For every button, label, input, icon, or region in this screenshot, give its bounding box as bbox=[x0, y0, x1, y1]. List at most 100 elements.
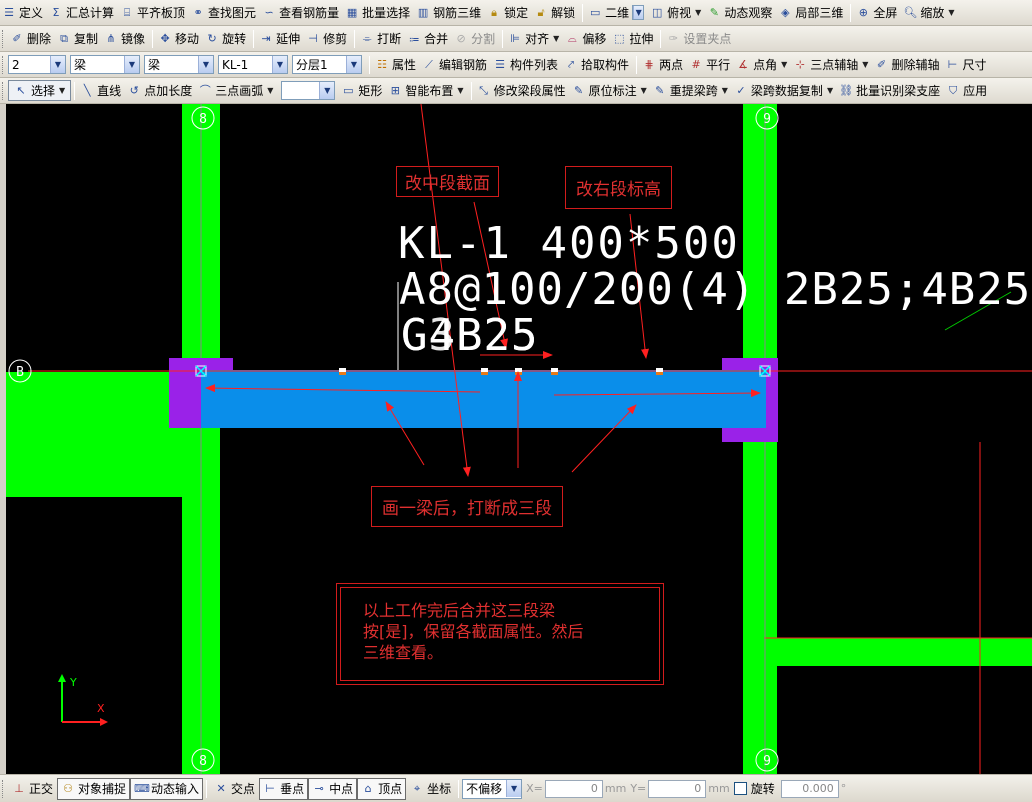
point-angle-button[interactable]: ∡ 点角 ▼ bbox=[734, 54, 791, 76]
define-button[interactable]: ☰ 定义 bbox=[0, 2, 47, 24]
set-grip-button: ✑ 设置夹点 bbox=[664, 28, 735, 50]
view-rebar-quantity-button[interactable]: ∽ 查看钢筋量 bbox=[260, 2, 343, 24]
properties-button[interactable]: ☷ 属性 bbox=[373, 54, 420, 76]
vertex-snap-toggle[interactable]: ⌂ 顶点 bbox=[357, 777, 407, 800]
dynamic-input-toggle[interactable]: ⌨ 动态输入 bbox=[130, 777, 204, 800]
rotate-checkbox[interactable] bbox=[733, 782, 747, 795]
copy-button[interactable]: ⧉ 复制 bbox=[55, 28, 102, 50]
chevron-down-icon: ▼ bbox=[59, 86, 66, 95]
offset-mode-select[interactable]: 不偏移 ▼ bbox=[462, 778, 523, 799]
in-situ-label-button[interactable]: ✎ 原位标注 ▼ bbox=[570, 80, 651, 102]
unlock-button[interactable]: 🔓︎ 解锁 bbox=[532, 2, 579, 24]
y-offset-input[interactable]: 0 bbox=[648, 779, 707, 798]
two-point-axis-button[interactable]: ⋕ 两点 bbox=[640, 54, 687, 76]
re-extract-span-button[interactable]: ✎ 重提梁跨 ▼ bbox=[651, 80, 732, 102]
component-subtype-select[interactable]: 梁 ▼ bbox=[144, 55, 214, 74]
component-list-button[interactable]: ☰ 构件列表 bbox=[491, 54, 562, 76]
apply-icon: ⛉ bbox=[948, 83, 958, 97]
sigma-icon: Σ bbox=[52, 5, 60, 19]
chevron-down-icon: ▼ bbox=[826, 86, 834, 95]
point-length-button[interactable]: ↺ 点加长度 bbox=[125, 80, 196, 102]
line-icon: ╲ bbox=[83, 83, 91, 97]
beam-label-line2: A8@100/200(4) 2B25;4B25 bbox=[399, 264, 1032, 315]
line-tool-button[interactable]: ╲ 直线 bbox=[78, 80, 125, 102]
coordinate-snap-toggle[interactable]: ⌖ 坐标 bbox=[406, 778, 455, 800]
local-3d-button[interactable]: ◈ 局部三维 bbox=[776, 2, 847, 24]
rebar-3d-button[interactable]: ▥ 钢筋三维 bbox=[414, 2, 485, 24]
smart-layout-button[interactable]: ⊞ 智能布置 ▼ bbox=[386, 80, 467, 102]
lock-button[interactable]: 🔒︎ 锁定 bbox=[485, 2, 532, 24]
delete-axis-icon: ✐ bbox=[876, 57, 887, 71]
2d-view-icon: ▭ bbox=[589, 5, 601, 19]
offset-button[interactable]: ⌓ 偏移 bbox=[563, 28, 610, 50]
y-label: Y= bbox=[630, 782, 647, 795]
batch-support-button[interactable]: ⛓ 批量识别梁支座 bbox=[837, 80, 944, 102]
ortho-toggle[interactable]: ⊥ 正交 bbox=[8, 778, 57, 800]
chevron-down-icon: ▼ bbox=[695, 8, 702, 17]
left-wall bbox=[6, 372, 184, 497]
edit-segment-props-button[interactable]: ⤡ 修改梁段属性 bbox=[475, 80, 570, 102]
align-slab-top-button[interactable]: ⌸ 平齐板顶 bbox=[118, 2, 189, 24]
trim-button[interactable]: ⊣ 修剪 bbox=[304, 28, 351, 50]
toolbar-grip[interactable] bbox=[2, 779, 5, 798]
component-type-select[interactable]: 梁 ▼ bbox=[70, 55, 140, 74]
rotate-button[interactable]: ↻ 旋转 bbox=[203, 28, 250, 50]
delete-axis-button[interactable]: ✐ 删除辅轴 bbox=[872, 54, 943, 76]
mirror-button[interactable]: ⋔ 镜像 bbox=[102, 28, 149, 50]
stretch-button[interactable]: ⬚ 拉伸 bbox=[610, 28, 657, 50]
select-tool-button[interactable]: ↖ 选择 ▼ bbox=[8, 80, 72, 101]
apply-button[interactable]: ⛉ 应用 bbox=[944, 80, 991, 102]
arc-icon: ⌒ bbox=[199, 83, 211, 97]
component-list-icon: ☰ bbox=[495, 57, 505, 71]
point-angle-icon: ∡ bbox=[738, 57, 749, 71]
rotate-angle-input[interactable]: 0.000 bbox=[780, 779, 839, 798]
parallel-axis-button[interactable]: # 平行 bbox=[687, 54, 734, 76]
chevron-down-icon: ▼ bbox=[553, 34, 560, 43]
merge-icon: ⩴ bbox=[409, 31, 419, 45]
extend-button[interactable]: ⇥ 延伸 bbox=[257, 28, 304, 50]
zoom-button[interactable]: 🔍︎ 缩放 ▼ bbox=[901, 2, 958, 24]
delete-icon: ✐ bbox=[12, 31, 22, 45]
three-point-axis-button[interactable]: ⊹ 三点辅轴 ▼ bbox=[791, 54, 872, 76]
fullscreen-button[interactable]: ⊕ 全屏 bbox=[854, 2, 901, 24]
align-button[interactable]: ⊫ 对齐 ▼ bbox=[506, 28, 563, 50]
merge-button[interactable]: ⩴ 合并 bbox=[405, 28, 452, 50]
dimension-button[interactable]: ⊢ 尺寸 bbox=[943, 54, 990, 76]
arc-option-select[interactable]: ▼ bbox=[281, 81, 336, 100]
delete-button[interactable]: ✐ 删除 bbox=[8, 28, 55, 50]
floor-select[interactable]: 2 ▼ bbox=[8, 55, 66, 74]
span-data-copy-button[interactable]: ✓ 梁跨数据复制 ▼ bbox=[732, 80, 837, 102]
ortho-icon: ⊥ bbox=[14, 781, 24, 795]
chevron-down-icon: ▼ bbox=[781, 60, 788, 69]
three-point-arc-button[interactable]: ⌒ 三点画弧 ▼ bbox=[196, 80, 277, 102]
toolbar-grip[interactable] bbox=[2, 81, 5, 100]
pick-component-button[interactable]: ⤤ 拾取构件 bbox=[562, 54, 633, 76]
top-view-button[interactable]: ◫ 俯视 ▼ bbox=[648, 2, 705, 24]
toolbar-separator bbox=[502, 29, 504, 48]
object-snap-toggle[interactable]: ⚇ 对象捕捉 bbox=[57, 777, 131, 800]
perpendicular-snap-toggle[interactable]: ⊢ 垂点 bbox=[259, 777, 309, 800]
component-name-select[interactable]: KL-1 ▼ bbox=[218, 55, 288, 74]
summary-calc-button[interactable]: Σ 汇总计算 bbox=[47, 2, 118, 24]
midpoint-snap-toggle[interactable]: ⊸ 中点 bbox=[308, 777, 358, 800]
layer-select[interactable]: 分层1 ▼ bbox=[292, 55, 362, 74]
beam-kl1[interactable] bbox=[201, 370, 766, 428]
view-mode-dropdown[interactable]: ▭ 二维 ▼ bbox=[586, 2, 648, 24]
intersection-snap-toggle[interactable]: ✕ 交点 bbox=[210, 778, 259, 800]
local-3d-icon: ◈ bbox=[781, 5, 790, 19]
drawing-canvas[interactable]: 8 9 B 8 9 Y X KL-1 400*500 A8@100/200(4)… bbox=[6, 104, 1032, 774]
break-button[interactable]: ⌯ 打断 bbox=[358, 28, 405, 50]
orbit-button[interactable]: ✎ 动态观察 bbox=[705, 2, 776, 24]
chevron-down-icon: ▼ bbox=[640, 86, 647, 95]
edit-rebar-button[interactable]: ⟋ 编辑钢筋 bbox=[420, 54, 491, 76]
split-button: ⊘ 分割 bbox=[452, 28, 499, 50]
rectangle-tool-button[interactable]: ▭ 矩形 bbox=[339, 80, 386, 102]
x-offset-input[interactable]: 0 bbox=[544, 779, 603, 798]
toolbar-separator bbox=[152, 29, 154, 48]
move-button[interactable]: ✥ 移动 bbox=[156, 28, 203, 50]
y-unit: mm bbox=[708, 782, 730, 795]
find-element-button[interactable]: ⚭ 查找图元 bbox=[189, 2, 260, 24]
toolbar-grip[interactable] bbox=[2, 55, 5, 74]
toolbar-grip[interactable] bbox=[2, 29, 5, 48]
batch-select-button[interactable]: ▦ 批量选择 bbox=[343, 2, 414, 24]
